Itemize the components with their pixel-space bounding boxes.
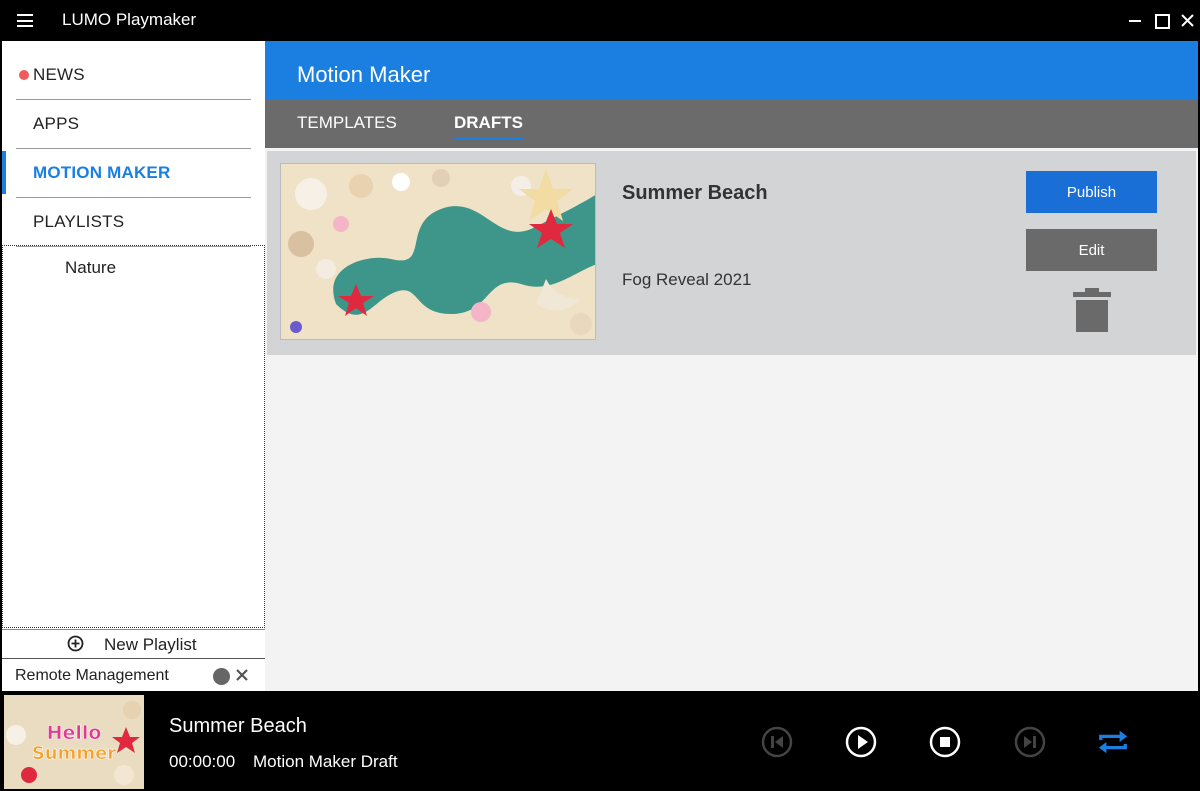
thumb-hello-text: Hello: [47, 722, 102, 744]
news-notification-dot: [19, 70, 29, 80]
sidebar-item-label: APPS: [33, 114, 80, 133]
add-circle-icon: [67, 635, 84, 652]
edit-button[interactable]: Edit: [1026, 229, 1157, 271]
repeat-icon[interactable]: [1097, 726, 1129, 758]
thumb-summer-text: Summer: [32, 743, 116, 764]
active-nav-indicator: [2, 151, 6, 194]
title-bar: LUMO Playmaker: [0, 0, 1200, 41]
publish-button[interactable]: Publish: [1026, 171, 1157, 213]
play-icon[interactable]: [845, 726, 877, 758]
remote-management-label: Remote Management: [15, 667, 169, 684]
sidebar-item-news[interactable]: NEWS: [16, 51, 251, 100]
sidebar: NEWS APPS MOTION MAKER PLAYLISTS Nature …: [2, 41, 265, 691]
tab-templates[interactable]: TEMPLATES: [297, 113, 397, 133]
close-remote-icon[interactable]: [235, 668, 249, 682]
sidebar-item-label: PLAYLISTS: [33, 212, 125, 231]
tab-drafts[interactable]: DRAFTS: [454, 113, 523, 133]
maximize-icon[interactable]: [1148, 0, 1174, 41]
new-playlist-button[interactable]: New Playlist: [2, 629, 265, 658]
draft-template-name: Fog Reveal 2021: [622, 270, 752, 289]
main-header: Motion Maker: [265, 41, 1198, 99]
active-tab-underline: [454, 137, 523, 140]
trash-icon[interactable]: [1073, 288, 1111, 332]
previous-track-icon[interactable]: [761, 726, 793, 758]
new-playlist-label: New Playlist: [104, 635, 197, 654]
playlist-list: Nature: [2, 245, 265, 628]
draft-title: Summer Beach: [622, 182, 768, 204]
now-playing-thumbnail[interactable]: Hello Summer: [4, 695, 144, 789]
page-title: Motion Maker: [297, 62, 431, 87]
playlist-item-nature[interactable]: Nature: [65, 258, 116, 278]
draft-thumbnail[interactable]: [280, 163, 596, 340]
sidebar-item-playlists[interactable]: PLAYLISTS: [16, 198, 251, 247]
sidebar-item-apps[interactable]: APPS: [16, 100, 251, 149]
close-icon[interactable]: [1174, 0, 1200, 41]
remote-management-bar: Remote Management: [2, 658, 265, 691]
remote-management-toggle[interactable]: [213, 668, 230, 685]
stop-icon[interactable]: [929, 726, 961, 758]
minimize-icon[interactable]: [1122, 0, 1148, 41]
playback-time: 00:00:00: [169, 752, 236, 771]
app-title: LUMO Playmaker: [62, 10, 197, 29]
main-panel: Motion Maker TEMPLATES DRAFTS Summer Bea…: [265, 41, 1198, 691]
sidebar-item-label: NEWS: [33, 65, 85, 84]
player-bar: Hello Summer Summer Beach 00:00:00 Motio…: [0, 691, 1200, 791]
tab-bar: TEMPLATES DRAFTS: [265, 99, 1198, 148]
now-playing-title: Summer Beach: [169, 715, 307, 737]
sidebar-item-label: MOTION MAKER: [33, 163, 171, 182]
now-playing-type: Motion Maker Draft: [253, 752, 398, 771]
hamburger-menu-icon[interactable]: [17, 14, 33, 27]
draft-card[interactable]: Summer Beach Fog Reveal 2021 Publish Edi…: [267, 151, 1196, 355]
sidebar-item-motion-maker[interactable]: MOTION MAKER: [16, 149, 251, 198]
next-track-icon[interactable]: [1014, 726, 1046, 758]
